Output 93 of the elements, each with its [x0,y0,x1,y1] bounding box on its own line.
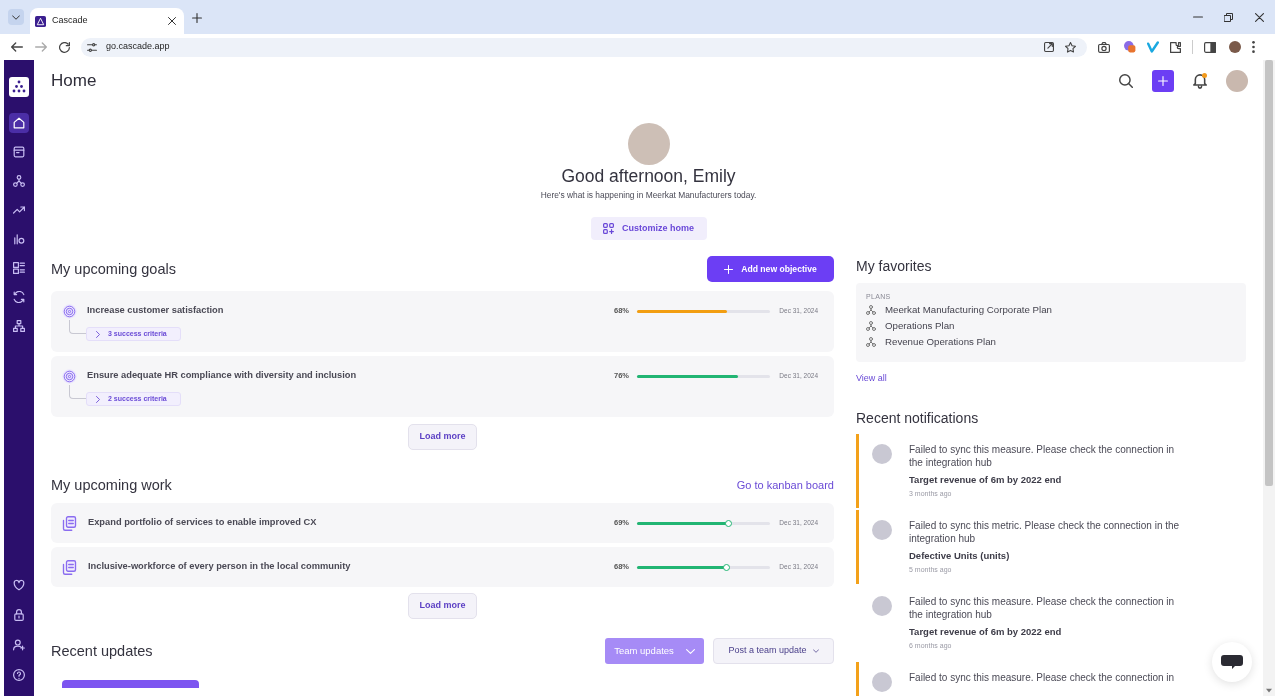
goal-title: Ensure adequate HR compliance with diversity and inclusion [87,369,357,383]
extension-icon[interactable] [1147,41,1159,53]
section-title: Recent updates [51,642,153,660]
notification-subject: Target revenue of 6m by 2022 end [909,474,1063,486]
customize-home-button[interactable]: Customize home [590,217,707,240]
hierarchy-icon [866,337,876,347]
document-stack-icon [62,559,77,575]
help-icon [13,669,25,681]
dashboard-icon [13,262,25,274]
scrollbar-thumb[interactable] [1265,60,1273,486]
target-icon [62,303,77,319]
open-external-icon[interactable] [1044,42,1054,52]
chevron-down-icon [685,648,695,654]
hierarchy-icon [13,175,25,187]
close-icon [1255,12,1264,22]
view-all-link[interactable]: View all [856,372,887,384]
tab-list-button[interactable] [8,9,24,25]
extension-icon[interactable] [1124,41,1136,53]
notifications-bell-icon[interactable] [1193,73,1207,89]
target-icon [62,368,77,384]
org-chart-icon [13,320,25,332]
minimize-icon [1192,16,1203,18]
browser-tab[interactable]: Cascade [30,8,184,34]
plus-icon [1158,76,1168,86]
close-icon [168,17,176,25]
notification-message: Failed to sync this measure. Please check the connection in the integration hub [909,595,1176,621]
close-tab-button[interactable] [166,15,178,27]
favorite-plan-link[interactable]: Operations Plan [866,318,955,334]
heart-icon [13,579,25,591]
kanban-board-link[interactable]: Go to kanban board [736,476,834,494]
scroll-down-arrow-icon[interactable] [1266,688,1272,693]
notification-subject: Defective Units (units) [909,550,1011,562]
home-nav-button[interactable] [9,113,29,133]
chevron-right-icon [96,330,100,338]
notification-message: Failed to sync this measure. Please check the connection in [909,671,1176,684]
sender-avatar [872,596,892,616]
notification-message: Failed to sync this metric. Please check the connection in the integration hub [909,519,1181,545]
goal-title: Increase customer satisfaction [87,304,224,318]
load-more-button[interactable]: Load more [408,593,477,619]
user-plus-icon [13,639,25,651]
load-more-button[interactable]: Load more [408,424,477,450]
menu-dots-icon[interactable] [1252,41,1255,53]
star-icon[interactable] [1065,41,1076,53]
new-tab-icon[interactable] [192,13,202,23]
refresh-icon [13,291,25,303]
notification-subject: Target revenue of 6m by 2022 end [909,626,1063,638]
app-logo-icon [35,15,46,27]
chat-button[interactable] [1212,642,1252,682]
sender-avatar [872,672,892,692]
chevron-down-icon [812,649,819,653]
plus-icon [724,264,734,274]
chevron-down-icon [12,14,20,20]
widgets-icon [603,223,614,234]
section-title: Recent notifications [856,410,980,426]
chat-bubble-icon [1221,655,1243,669]
user-avatar [627,123,670,165]
section-title: My upcoming work [51,476,172,494]
notification-item[interactable]: Failed to sync this measure. Please check the connection in [856,662,1185,696]
side-panel-icon[interactable] [1204,41,1216,53]
camera-icon[interactable] [1098,41,1110,53]
section-title: My upcoming goals [51,260,176,278]
post-update-button[interactable]: Post a team update [713,638,834,664]
layout-icon [13,146,25,158]
greeting-title: Good afternoon, Emily [561,166,736,186]
document-stack-icon [62,515,77,531]
work-item-title: Inclusive-workforce of every person in the local community [88,560,351,574]
trend-up-icon [13,204,25,216]
hierarchy-icon [866,305,876,315]
favorite-plan-link[interactable]: Meerkat Manufacturing Corporate Plan [866,302,1052,318]
restore-icon [1224,12,1233,22]
profile-avatar[interactable] [1229,41,1241,53]
back-arrow-icon[interactable] [11,42,23,52]
greeting-subtitle: Here's what is happening in Meerkat Manufacturers today. [540,190,757,200]
add-objective-button[interactable]: Add new objective [707,256,834,282]
favorite-plan-link[interactable]: Revenue Operations Plan [866,334,996,350]
home-icon [13,117,25,129]
puzzle-piece-icon[interactable] [1170,41,1181,53]
section-title: My favorites [856,257,933,276]
create-button[interactable] [1152,70,1174,92]
work-item-title: Expand portfolio of services to enable improved CX [88,516,317,530]
page-title: Home [51,71,97,91]
address-bar[interactable]: go.cascade.app [81,37,1087,57]
search-icon[interactable] [1119,74,1133,88]
hierarchy-icon [866,321,876,331]
lock-icon [13,609,25,621]
app-logo-icon[interactable] [9,77,29,97]
sender-avatar [872,520,892,540]
reload-icon[interactable] [59,41,70,53]
chevron-right-icon [96,395,100,403]
bar-chart-icon [13,233,25,245]
notification-message: Failed to sync this measure. Please check the connection in the integration hub [909,443,1176,469]
sender-avatar [872,444,892,464]
site-settings-icon[interactable] [87,42,97,52]
